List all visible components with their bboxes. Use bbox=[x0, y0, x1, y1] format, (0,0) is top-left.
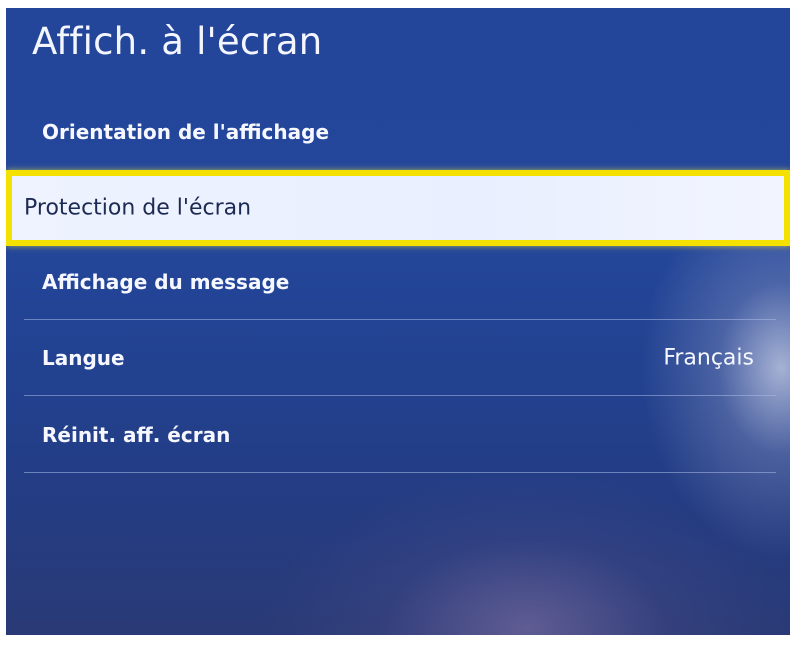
menu-item-message-display[interactable]: Affichage du message bbox=[6, 244, 790, 320]
menu-item-language[interactable]: Langue Français bbox=[6, 320, 790, 396]
page-title: Affich. à l'écran bbox=[32, 20, 323, 63]
osd-screen: Affich. à l'écran Orientation de l'affic… bbox=[6, 8, 790, 635]
menu-item-reset-osd[interactable]: Réinit. aff. écran bbox=[6, 397, 790, 473]
menu-item-label: Réinit. aff. écran bbox=[42, 423, 231, 447]
menu-item-label: Protection de l'écran bbox=[24, 195, 252, 221]
menu-item-label: Langue bbox=[42, 346, 125, 370]
language-value: Français bbox=[663, 345, 754, 371]
menu-item-label: Orientation de l'affichage bbox=[42, 120, 330, 144]
menu-item-label: Affichage du message bbox=[42, 270, 290, 294]
menu-item-orientation[interactable]: Orientation de l'affichage bbox=[6, 94, 790, 170]
menu-item-screen-protection[interactable]: Protection de l'écran bbox=[6, 170, 790, 246]
